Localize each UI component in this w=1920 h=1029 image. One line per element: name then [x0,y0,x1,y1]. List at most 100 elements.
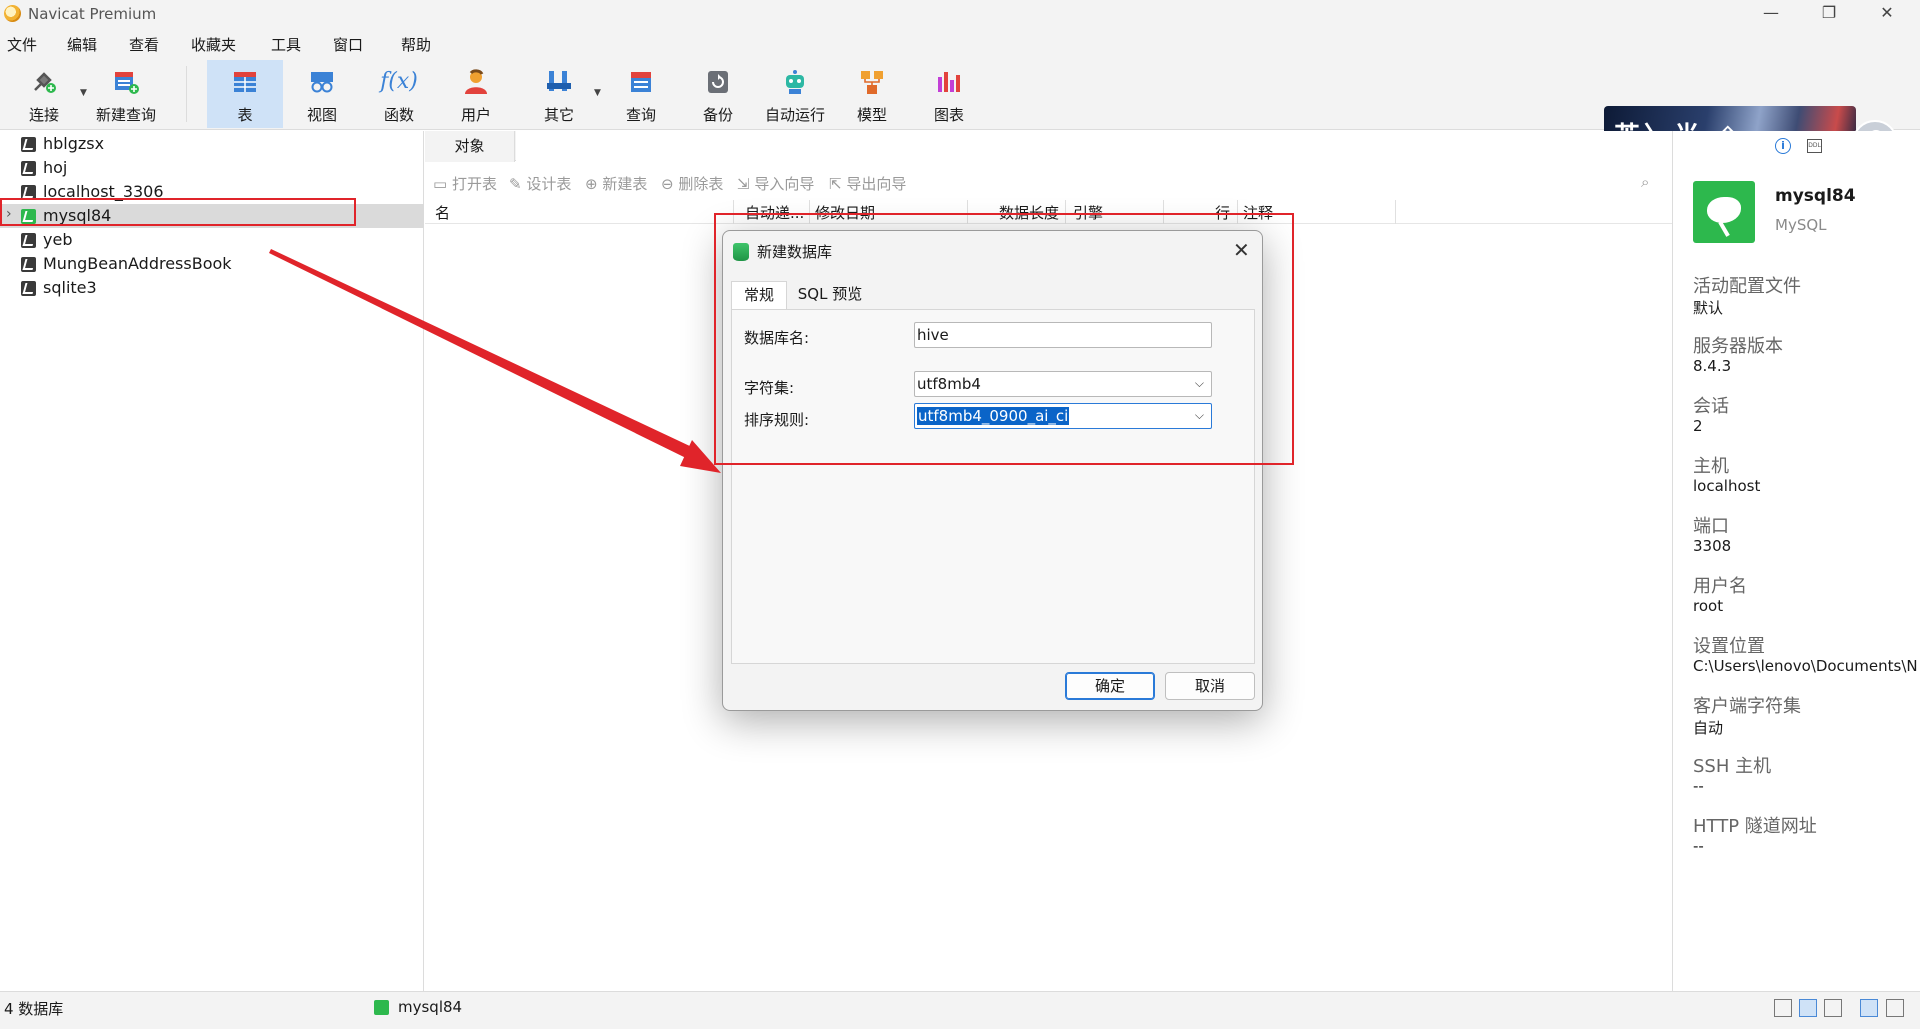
import-wizard-label: 导入向导 [754,175,815,193]
connection-name: yeb [43,230,73,249]
info-value: 2 [1693,417,1703,435]
minimize-button[interactable]: — [1742,0,1800,28]
info-icon[interactable]: i [1775,138,1791,154]
new-query-icon [115,72,139,94]
grid-view-icon[interactable] [1774,999,1792,1017]
menu-tools[interactable]: 工具 [271,34,301,55]
toolbar-new-query-button[interactable]: 新建查询 [88,60,164,128]
list-view-icon[interactable] [1799,999,1817,1017]
import-wizard-button[interactable]: ⇲ 导入向导 [737,173,814,194]
new-table-button[interactable]: ⊕ 新建表 [585,173,647,194]
window-title: Navicat Premium [28,5,157,23]
restore-button[interactable]: ❐ [1800,0,1858,28]
menu-edit[interactable]: 编辑 [67,34,97,55]
info-label: 端口 [1693,516,1729,537]
detail-view-icon[interactable] [1824,999,1842,1017]
connection-tree: hblgzsx hoj localhost_3306 › mysql84 yeb… [0,131,424,991]
toolbar-table-label: 表 [237,106,253,124]
ok-button[interactable]: 确定 [1065,672,1155,700]
toolbar-user-button[interactable]: 用户 [438,60,514,128]
menu-bar: 文件 编辑 查看 收藏夹 工具 窗口 帮助 [0,28,1920,58]
connection-item[interactable]: hblgzsx [0,132,424,156]
ddl-icon[interactable]: DDL [1807,139,1822,153]
toolbar-automation-button[interactable]: 自动运行 [757,60,833,128]
info-value: -- [1693,837,1704,855]
robot-icon [786,70,804,94]
toolbar-view-button[interactable]: 视图 [284,60,360,128]
connection-item[interactable]: yeb [0,228,424,252]
toolbar-new-query-label: 新建查询 [95,106,156,124]
info-label: HTTP 隧道网址 [1693,816,1817,837]
toolbar-chart-label: 图表 [933,106,964,124]
sqlite-connection-icon [21,281,36,296]
function-icon: f(x) [380,69,418,94]
menu-file[interactable]: 文件 [7,34,37,55]
design-table-button[interactable]: ✎ 设计表 [509,173,571,194]
info-value: 自动 [1693,719,1724,737]
delete-table-button[interactable]: ⊖ 删除表 [661,173,723,194]
title-bar: Navicat Premium — ❐ ✕ [0,0,1920,28]
toolbar-query-button[interactable]: 查询 [603,60,679,128]
tab-strip-empty [516,131,1672,161]
connection-item[interactable]: MungBeanAddressBook [0,252,424,276]
info-label: 设置位置 [1693,636,1765,657]
toolbar-table-button[interactable]: 表 [207,60,283,128]
connection-item[interactable]: sqlite3 [0,276,424,300]
model-icon [861,71,883,94]
navicat-app-icon [4,5,21,22]
connect-dropdown-caret[interactable]: ▼ [80,88,87,98]
open-table-button[interactable]: ▭ 打开表 [433,173,497,194]
toolbar-function-button[interactable]: f(x) 函数 [361,60,437,128]
toolbar-others-button[interactable]: 其它 [521,60,597,128]
menu-help[interactable]: 帮助 [401,34,431,55]
info-value: localhost [1693,477,1761,495]
info-value: 3308 [1693,537,1732,555]
toolbar-model-label: 模型 [856,106,887,124]
toolbar-function-label: 函数 [383,106,414,124]
query-icon [631,72,651,92]
table-icon [234,72,256,92]
backup-icon [708,71,728,93]
info-label: 服务器版本 [1693,336,1783,357]
menu-view[interactable]: 查看 [129,34,159,55]
view-icon [311,72,333,93]
others-dropdown-caret[interactable]: ▼ [594,88,601,98]
new-table-label: 新建表 [602,175,648,193]
user-icon [465,69,487,94]
status-connection: mysql84 [398,998,463,1016]
toolbar-connect-label: 连接 [28,106,59,124]
column-name[interactable]: 名 [435,202,450,223]
mysql-connection-icon [374,1000,389,1015]
close-window-button[interactable]: ✕ [1858,0,1916,28]
status-bar: 4 数据库 mysql84 [0,991,1920,1029]
delete-table-label: 删除表 [678,175,724,193]
menu-window[interactable]: 窗口 [333,34,363,55]
tab-objects[interactable]: 对象 [425,131,515,162]
export-wizard-button[interactable]: ⇱ 导出向导 [829,173,906,194]
main-toolbar: 连接 ▼ 新建查询 表 视图 f(x) 函数 用户 其它 ▼ 查询 备份 自动运… [0,58,1920,166]
toolbar-connect-button[interactable]: 连接 [6,60,82,128]
connection-item[interactable]: hoj [0,156,424,180]
menu-favorites[interactable]: 收藏夹 [191,34,236,55]
status-db-count: 4 数据库 [4,1000,64,1018]
annotation-highlight-dialog-fields [714,213,1294,465]
export-wizard-label: 导出向导 [846,175,907,193]
info-connection-name: mysql84 [1775,186,1856,206]
info-value: C:\Users\lenovo\Documents\N [1693,657,1918,675]
cancel-button[interactable]: 取消 [1165,672,1255,700]
search-icon[interactable]: ⌕ [1641,173,1649,191]
info-value: -- [1693,777,1704,795]
tools-icon [547,71,571,91]
open-table-label: 打开表 [451,175,497,193]
toolbar-view-label: 视图 [306,106,337,124]
info-connection-type: MySQL [1775,216,1827,234]
right-pane-toggle-icon[interactable] [1886,999,1904,1017]
left-pane-toggle-icon[interactable] [1860,999,1878,1017]
toolbar-model-button[interactable]: 模型 [834,60,910,128]
toolbar-chart-button[interactable]: 图表 [911,60,987,128]
info-label: SSH 主机 [1693,756,1772,777]
chart-icon [938,72,960,92]
column-divider[interactable] [1395,200,1396,224]
toolbar-backup-button[interactable]: 备份 [680,60,756,128]
info-label: 客户端字符集 [1693,696,1801,717]
